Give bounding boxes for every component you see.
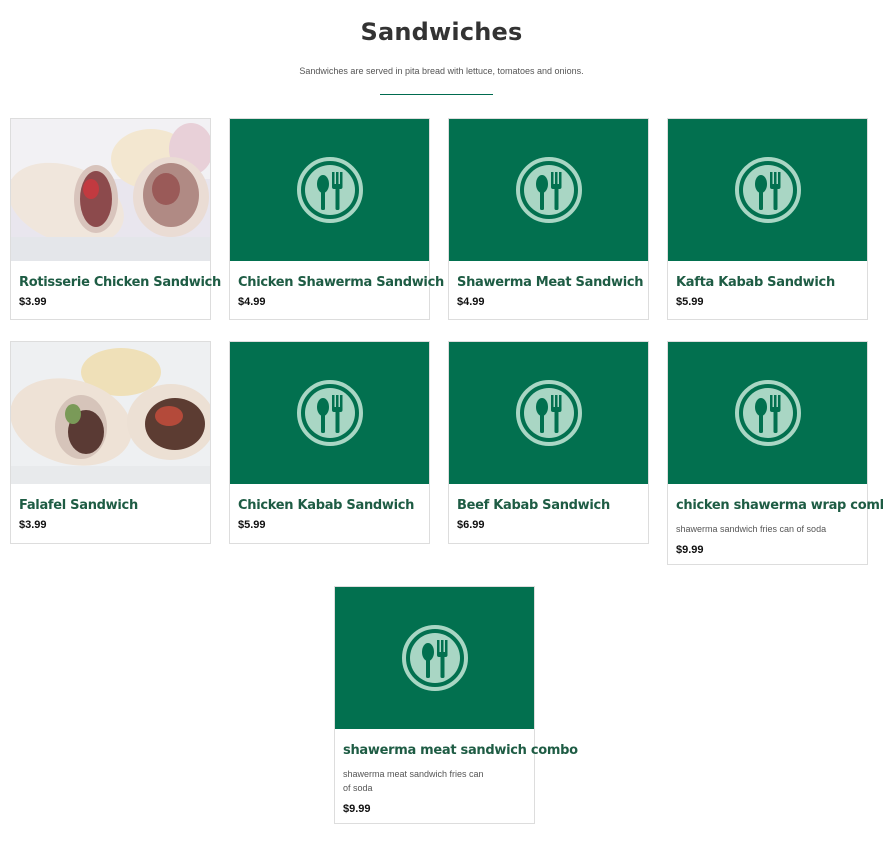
item-photo [11,119,210,261]
item-price: $4.99 [238,296,266,308]
item-name: Shawerma Meat Sandwich [457,275,644,290]
menu-item-card[interactable]: chicken shawerma wrap combo shawerma san… [667,341,883,565]
menu-item-card[interactable]: shawerma meat sandwich combo shawerma me… [334,586,578,824]
item-price: $5.99 [676,296,704,308]
item-name: chicken shawerma wrap combo [676,498,883,513]
menu-item-card[interactable]: Shawerma Meat Sandwich $4.99 [448,118,649,320]
menu-item-card[interactable]: Falafel Sandwich $3.99 [10,341,211,544]
item-price: $9.99 [676,544,704,556]
item-price: $6.99 [457,519,485,531]
plate-utensils-icon [449,342,648,484]
page-title: Sandwiches [360,18,523,46]
item-name: Chicken Kabab Sandwich [238,498,415,513]
item-price: $3.99 [19,519,47,531]
plate-utensils-icon [230,119,429,261]
menu-item-card[interactable]: Rotisserie Chicken Sandwich $3.99 [10,118,221,320]
item-name: Rotisserie Chicken Sandwich [19,275,221,290]
item-photo [11,342,210,484]
plate-utensils-icon [668,342,867,484]
plate-utensils-icon [668,119,867,261]
menu-item-card[interactable]: Kafta Kabab Sandwich $5.99 [667,118,868,320]
item-price: $9.99 [343,803,371,815]
item-name: shawerma meat sandwich combo [343,743,578,758]
item-name: Beef Kabab Sandwich [457,498,610,513]
item-price: $4.99 [457,296,485,308]
item-price: $5.99 [238,519,266,531]
item-name: Chicken Shawerma Sandwich [238,275,444,290]
title-divider [380,94,493,95]
menu-item-card[interactable]: Chicken Shawerma Sandwich $4.99 [229,118,444,320]
item-name: Falafel Sandwich [19,498,138,513]
item-name: Kafta Kabab Sandwich [676,275,835,290]
plate-utensils-icon [335,587,534,729]
item-description: shawerma meat sandwich fries can of soda [343,769,484,793]
page-subtitle: Sandwiches are served in pita bread with… [299,66,584,76]
item-price: $3.99 [19,296,47,308]
menu-item-card[interactable]: Chicken Kabab Sandwich $5.99 [229,341,430,544]
item-description: shawerma sandwich fries can of soda [676,524,827,534]
plate-utensils-icon [230,342,429,484]
menu-item-card[interactable]: Beef Kabab Sandwich $6.99 [448,341,649,544]
plate-utensils-icon [449,119,648,261]
